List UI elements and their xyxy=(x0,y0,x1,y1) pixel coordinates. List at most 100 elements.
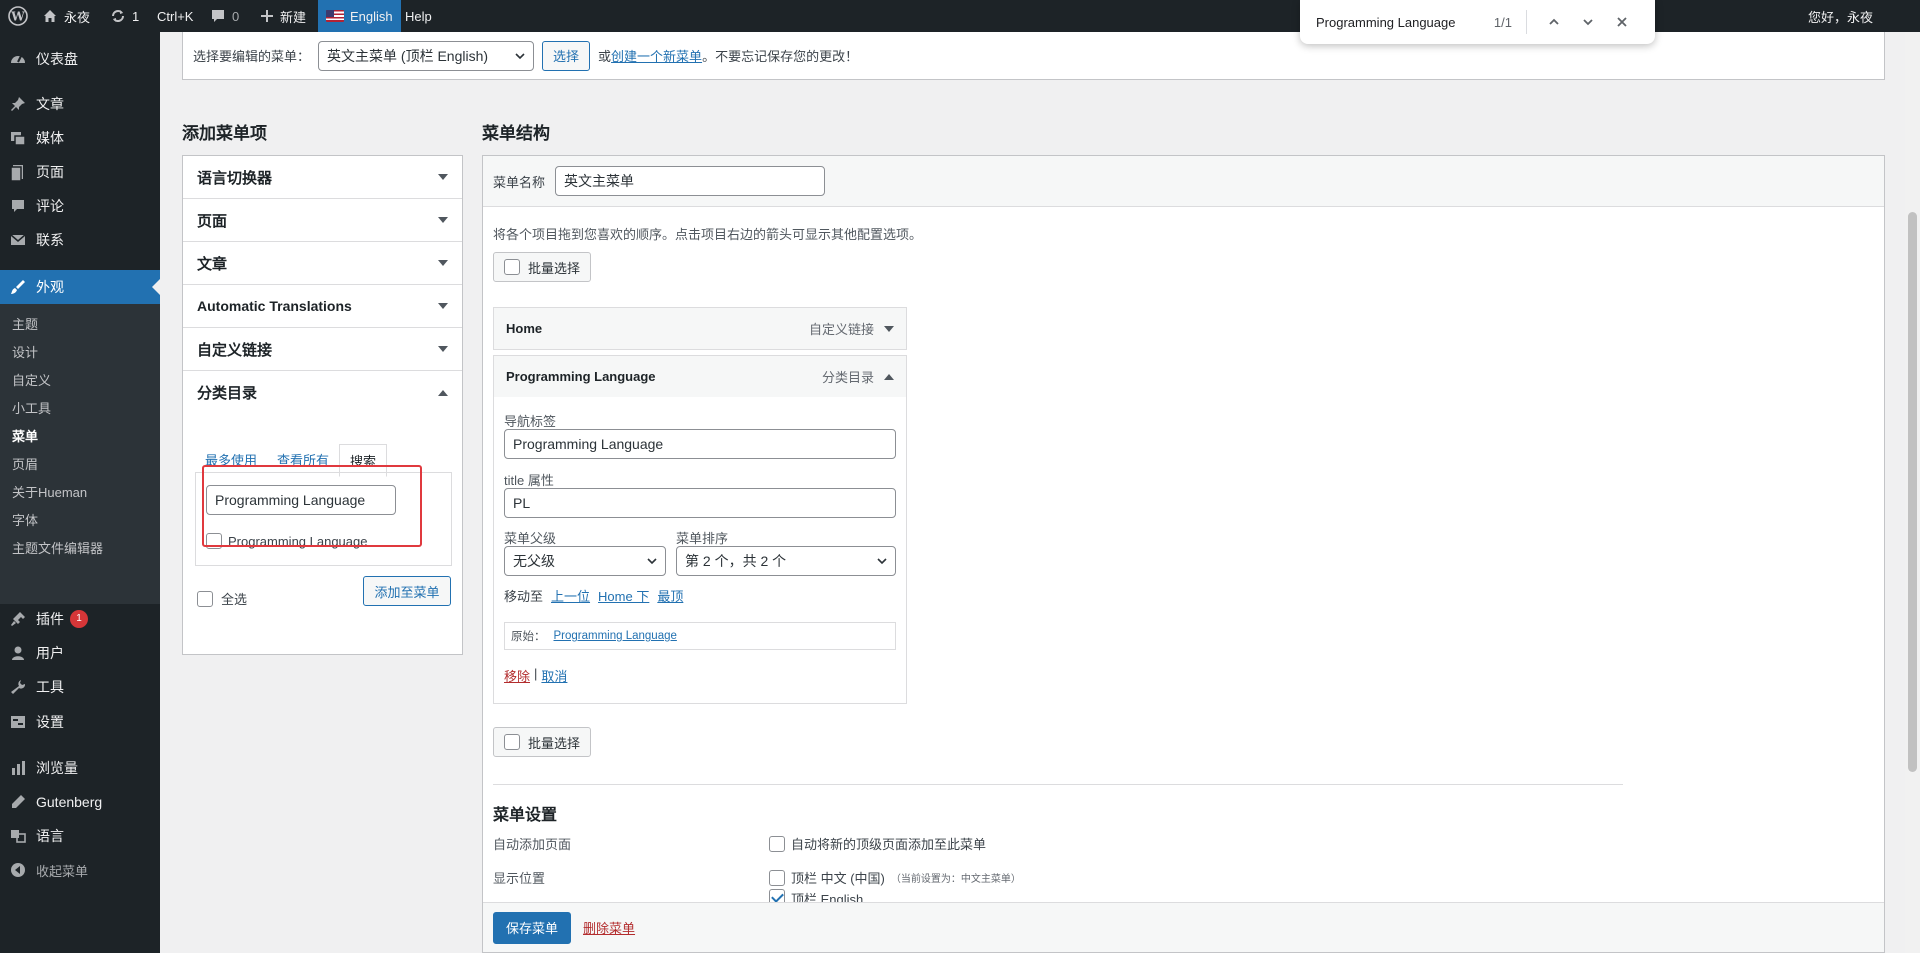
sidebar-item-gutenberg[interactable]: Gutenberg xyxy=(0,785,160,819)
add-items-accordion: 语言切换器 页面 文章 Automatic Translations 自定义链接… xyxy=(182,155,463,655)
accordion-custom-links[interactable]: 自定义链接 xyxy=(183,328,462,371)
select-menu-button[interactable]: 选择 xyxy=(542,40,591,71)
divider xyxy=(493,784,1623,785)
delete-menu-link[interactable]: 删除菜单 xyxy=(583,918,635,937)
triangle-down-icon[interactable] xyxy=(884,325,894,332)
title-attr-input[interactable] xyxy=(504,488,896,518)
menu-name-input[interactable] xyxy=(555,166,826,196)
location-option-chinese[interactable]: 顶栏 中文 (中国) （当前设置为：中文主菜单） xyxy=(769,868,1021,887)
scrollbar-thumb[interactable] xyxy=(1908,212,1917,772)
shortcut-link[interactable]: Ctrl+K xyxy=(157,0,193,32)
location-chinese-label: 顶栏 中文 (中国) xyxy=(791,871,885,886)
find-close-button[interactable] xyxy=(1605,15,1639,29)
parent-select-wrapper: 无父级 xyxy=(504,546,666,576)
help-link[interactable]: Help xyxy=(405,0,432,32)
order-select[interactable]: 第 2 个，共 2 个 xyxy=(676,546,896,576)
submenu-item-themes[interactable]: 主题 xyxy=(12,314,38,333)
move-up-link[interactable]: 上一位 xyxy=(551,586,590,605)
bulk-select-checkbox[interactable] xyxy=(504,259,520,275)
sidebar-item-pages[interactable]: 页面 xyxy=(0,155,160,189)
save-menu-button[interactable]: 保存菜单 xyxy=(493,911,572,944)
submenu-item-about-hueman[interactable]: 关于Hueman xyxy=(12,482,87,501)
sidebar-item-comments[interactable]: 评论 xyxy=(0,189,160,223)
media-icon xyxy=(0,129,36,147)
location-chinese-checkbox[interactable] xyxy=(769,869,785,886)
submenu-item-customize[interactable]: 自定义 xyxy=(12,370,51,389)
sidebar-item-settings[interactable]: 设置 xyxy=(0,705,160,739)
site-name-link[interactable]: 永夜 xyxy=(42,0,90,32)
bulk-select-button-top[interactable]: 批量选择 xyxy=(493,252,592,282)
menu-select[interactable]: 英文主菜单 (顶栏 English) xyxy=(318,40,535,71)
accordion-pages[interactable]: 页面 xyxy=(183,199,462,242)
sidebar-item-contact[interactable]: 联系 xyxy=(0,223,160,257)
menu-item-home[interactable]: Home 自定义链接 xyxy=(493,307,907,350)
user-icon xyxy=(0,644,36,662)
bar-chart-icon xyxy=(0,759,36,777)
submenu-item-design[interactable]: 设计 xyxy=(12,342,38,361)
select-all-control[interactable]: 全选 xyxy=(197,589,247,608)
parent-select[interactable]: 无父级 xyxy=(504,546,666,576)
wordpress-logo-icon[interactable]: W xyxy=(0,0,36,32)
remove-item-link[interactable]: 移除 xyxy=(504,666,530,685)
accordion-label: 自定义链接 xyxy=(197,341,273,359)
submenu-item-header[interactable]: 页眉 xyxy=(12,454,38,473)
move-top-link[interactable]: 最顶 xyxy=(657,586,683,605)
accordion-language-switcher[interactable]: 语言切换器 xyxy=(183,156,462,199)
accordion-posts[interactable]: 文章 xyxy=(183,242,462,285)
accordion-automatic-translations[interactable]: Automatic Translations xyxy=(183,285,462,328)
submenu-item-fonts[interactable]: 字体 xyxy=(12,510,38,529)
appearance-submenu: 主题 设计 自定义 小工具 菜单 页眉 关于Hueman 字体 主题文件编辑器 xyxy=(0,304,160,604)
accordion-label: 文章 xyxy=(197,255,228,273)
menu-footer: 保存菜单 删除菜单 xyxy=(483,902,1884,952)
sidebar-item-tools[interactable]: 工具 xyxy=(0,670,160,704)
bulk-select-checkbox[interactable] xyxy=(504,734,520,750)
auto-add-label: 自动添加页面 xyxy=(493,837,572,852)
menu-item-settings: 导航标签 title 属性 菜单父级 无父级 菜单排序 第 2 个，共 2 个 … xyxy=(493,397,907,704)
category-search-input[interactable] xyxy=(206,485,396,515)
sidebar-item-posts[interactable]: 文章 xyxy=(0,87,160,121)
page-scrollbar[interactable] xyxy=(1905,32,1920,953)
sidebar-item-users[interactable]: 用户 xyxy=(0,636,160,670)
sidebar-item-plugins[interactable]: 插件 1 xyxy=(0,602,160,636)
greeting-text: 您好，永夜 xyxy=(1808,9,1874,25)
comments-link[interactable]: 0 xyxy=(210,0,239,32)
accordion-categories[interactable]: 分类目录 xyxy=(183,371,462,414)
add-to-menu-button[interactable]: 添加至菜单 xyxy=(363,576,451,606)
sidebar-item-appearance[interactable]: 外观 xyxy=(0,270,160,304)
accordion-label: 语言切换器 xyxy=(197,169,273,187)
find-next-button[interactable] xyxy=(1571,15,1605,29)
search-result-checkbox[interactable] xyxy=(206,533,222,549)
location-option-english[interactable]: 顶栏 English xyxy=(769,889,863,903)
sidebar-item-languages[interactable]: 语言 xyxy=(0,819,160,853)
submenu-item-widgets[interactable]: 小工具 xyxy=(12,398,51,417)
original-link[interactable]: Programming Language xyxy=(554,630,677,642)
auto-add-option[interactable]: 自动将新的顶级页面添加至此菜单 xyxy=(769,834,986,853)
submenu-item-theme-editor[interactable]: 主题文件编辑器 xyxy=(12,538,103,557)
cancel-item-link[interactable]: 取消 xyxy=(541,666,567,685)
find-previous-button[interactable] xyxy=(1537,15,1571,29)
menu-item-title: Programming Language xyxy=(506,369,656,384)
submenu-item-menus[interactable]: 菜单 xyxy=(12,426,38,445)
sidebar-item-label: 工具 xyxy=(36,679,64,695)
location-english-checkbox[interactable] xyxy=(769,889,785,903)
sidebar-item-label: Gutenberg xyxy=(36,794,103,810)
auto-add-checkbox[interactable] xyxy=(769,835,785,852)
triangle-up-icon[interactable] xyxy=(884,373,894,380)
language-switcher[interactable]: English xyxy=(318,0,401,32)
nav-label-input[interactable] xyxy=(504,429,896,459)
bulk-select-button-bottom[interactable]: 批量选择 xyxy=(493,727,592,757)
updates-link[interactable]: 1 xyxy=(110,0,139,32)
sidebar-item-media[interactable]: 媒体 xyxy=(0,121,160,155)
move-under-home-link[interactable]: Home 下 xyxy=(598,586,649,605)
or-text: 或 xyxy=(598,49,612,64)
find-query[interactable]: Programming Language xyxy=(1316,15,1455,30)
sidebar-item-dashboard[interactable]: 仪表盘 xyxy=(0,42,160,76)
sidebar-item-views[interactable]: 浏览量 xyxy=(0,751,160,785)
new-content-link[interactable]: 新建 xyxy=(260,0,306,32)
user-greeting[interactable]: 您好，永夜 xyxy=(1808,0,1873,32)
sidebar-collapse[interactable]: 收起菜单 xyxy=(0,853,160,887)
create-menu-link[interactable]: 创建一个新菜单 xyxy=(611,49,702,64)
search-result-item[interactable]: Programming Language xyxy=(206,533,367,549)
menu-item-programming-language[interactable]: Programming Language 分类目录 xyxy=(493,355,907,398)
select-all-checkbox[interactable] xyxy=(197,590,213,607)
